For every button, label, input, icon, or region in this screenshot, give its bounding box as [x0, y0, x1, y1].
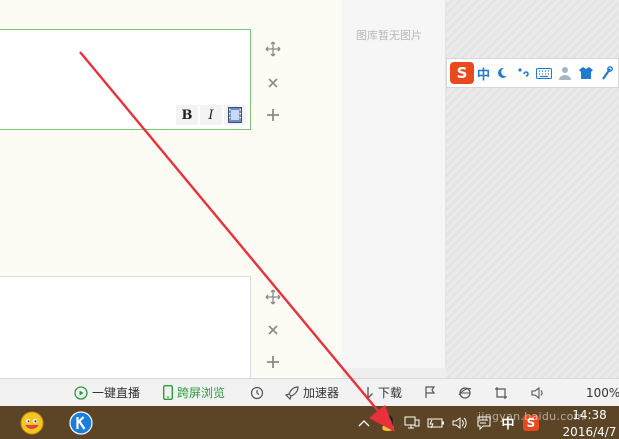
text-block-active[interactable]: B I [0, 29, 251, 130]
user-icon[interactable] [556, 63, 574, 83]
plus-icon [267, 356, 279, 368]
history-button[interactable] [250, 379, 264, 406]
qq-emoji-icon [20, 411, 44, 435]
browser-status-bar: 一键直播 跨屏浏览 加速器 下载 100% [0, 378, 619, 406]
move-block-button[interactable] [262, 38, 284, 60]
clock-date: 2016/4/7 [562, 425, 617, 439]
move-icon [265, 41, 281, 57]
zoom-level[interactable]: 100% [586, 379, 619, 406]
screen: B I 图库暂无图片 S 中 一键直播 跨屏浏览 加速器 下载 100% 中 S… [0, 0, 619, 439]
crop-icon [495, 386, 507, 399]
kugou-app-button[interactable] [67, 410, 95, 436]
bold-button[interactable]: B [176, 105, 198, 125]
speaker-icon [531, 386, 543, 399]
insert-video-button[interactable] [224, 105, 246, 125]
phone-icon [163, 385, 173, 400]
qq-app-button[interactable] [18, 410, 46, 436]
one-click-live-label: 一键直播 [92, 386, 141, 400]
play-circle-icon [74, 385, 88, 400]
sound-button[interactable] [531, 379, 545, 406]
image-gallery-panel: 图库暂无图片 [342, 0, 446, 368]
watermark: jingyan.baidu.com [478, 410, 585, 423]
close-icon [268, 325, 278, 335]
accelerator-button[interactable]: 加速器 [285, 379, 339, 406]
download-label: 下载 [378, 386, 403, 400]
history-clock-icon [250, 386, 264, 399]
qq-tray-icon[interactable] [379, 413, 397, 433]
text-block[interactable] [0, 276, 251, 378]
film-icon [228, 107, 242, 123]
add-block-button[interactable] [262, 104, 284, 126]
italic-button[interactable]: I [200, 105, 222, 125]
one-click-live-button[interactable]: 一键直播 [74, 379, 140, 406]
ime-toolbar: S 中 [446, 58, 619, 88]
punctuation-icon[interactable] [514, 63, 532, 83]
skin-shirt-icon[interactable] [577, 63, 595, 83]
download-button[interactable]: 下载 [362, 379, 402, 406]
sogou-logo-icon[interactable]: S [450, 62, 474, 84]
gallery-empty-text: 图库暂无图片 [356, 29, 422, 42]
screenshot-button[interactable] [494, 379, 508, 406]
volume-icon[interactable] [451, 413, 469, 433]
move-block-button-2[interactable] [262, 286, 284, 308]
cross-screen-browse-button[interactable]: 跨屏浏览 [163, 379, 225, 406]
rocket-icon [285, 385, 299, 400]
battery-icon[interactable] [427, 413, 445, 433]
network-icon[interactable] [403, 413, 421, 433]
add-block-button-2[interactable] [262, 351, 284, 373]
ie-mode-button[interactable] [458, 379, 472, 406]
show-hidden-icons-chevron-icon[interactable] [355, 413, 373, 433]
format-toolbar: B I [176, 105, 246, 125]
delete-block-button[interactable] [262, 72, 284, 94]
flag-icon [425, 386, 436, 398]
tools-icon[interactable] [598, 63, 616, 83]
close-icon [268, 78, 278, 88]
moon-icon[interactable] [493, 63, 511, 83]
delete-block-button-2[interactable] [262, 319, 284, 341]
ie-icon [458, 386, 472, 399]
page-background [446, 0, 619, 378]
move-icon [265, 289, 281, 305]
keyboard-icon[interactable] [535, 63, 553, 83]
cross-screen-browse-label: 跨屏浏览 [177, 386, 226, 400]
download-arrow-icon [363, 386, 373, 399]
editor-area: B I [0, 0, 342, 378]
kugou-k-icon [69, 411, 93, 435]
feedback-flag-button[interactable] [424, 379, 436, 406]
plus-icon [267, 109, 279, 121]
ime-language-toggle[interactable]: 中 [477, 64, 490, 83]
accelerator-label: 加速器 [303, 386, 340, 400]
